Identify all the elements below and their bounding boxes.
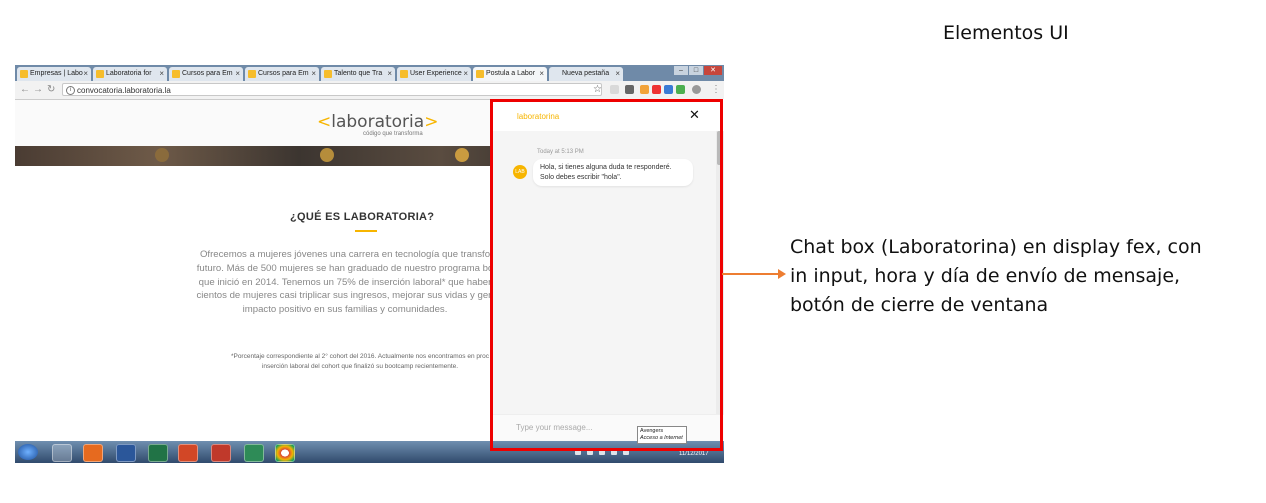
- tab-close-icon[interactable]: ×: [83, 67, 88, 81]
- tab-favicon-icon: [96, 70, 104, 78]
- extension-icon[interactable]: [625, 85, 634, 94]
- tab-cursos-2[interactable]: Cursos para Em ×: [245, 67, 319, 81]
- word-icon[interactable]: [116, 444, 136, 462]
- extension-icon[interactable]: [652, 85, 661, 94]
- address-bar: ← → ↻ i convocatoria.laboratoria.la ☆ ⋮: [15, 81, 724, 100]
- menu-icon[interactable]: ⋮: [711, 84, 721, 95]
- tab-favicon-icon: [20, 70, 28, 78]
- tab-user-experience[interactable]: User Experience ×: [397, 67, 471, 81]
- title-underline: [355, 230, 377, 232]
- extension-icon[interactable]: [640, 85, 649, 94]
- site-logo[interactable]: <laboratoria>: [317, 112, 438, 132]
- tab-postula[interactable]: Postula a Labor ×: [473, 67, 547, 81]
- file-explorer-icon[interactable]: [52, 444, 72, 462]
- window-controls: – □ ✕: [674, 66, 722, 76]
- tab-favicon-icon: [476, 70, 484, 78]
- tab-favicon-icon: [324, 70, 332, 78]
- maximize-icon[interactable]: □: [689, 66, 703, 75]
- slide-annotation: Chat box (Laboratorina) en display fex, …: [790, 236, 1202, 316]
- excel-icon[interactable]: [148, 444, 168, 462]
- tab-talento[interactable]: Talento que Tra ×: [321, 67, 395, 81]
- forward-icon[interactable]: →: [33, 84, 43, 95]
- tab-laboratoria-for[interactable]: Laboratoria for ×: [93, 67, 167, 81]
- tab-close-icon[interactable]: ×: [387, 67, 392, 81]
- logo-tagline: código que transforma: [363, 131, 423, 137]
- taskbar-clock[interactable]: 11/12/2017: [679, 451, 709, 457]
- firefox-icon[interactable]: [83, 444, 103, 462]
- info-icon[interactable]: i: [66, 86, 75, 95]
- intro-paragraph: Ofrecemos a mujeres jóvenes una carrera …: [196, 249, 494, 316]
- app-icon[interactable]: [211, 444, 231, 462]
- tab-favicon-icon: [248, 70, 256, 78]
- tab-empresas[interactable]: Empresas | Labo ×: [17, 67, 91, 81]
- annotation-arrow: [722, 269, 786, 279]
- section-title: ¿QUÉ ES LABORATORIA?: [290, 211, 435, 223]
- chrome-icon[interactable]: [275, 444, 295, 462]
- slide-title: Elementos UI: [943, 22, 1069, 44]
- url-field[interactable]: i convocatoria.laboratoria.la: [62, 83, 602, 96]
- tab-nueva-pestana[interactable]: Nueva pestaña ×: [549, 67, 623, 81]
- tab-favicon-icon: [400, 70, 408, 78]
- bookmark-star-icon[interactable]: ☆: [593, 84, 602, 95]
- tab-close-icon[interactable]: ×: [235, 67, 240, 81]
- tab-bar: Empresas | Labo × Laboratoria for × Cursos…: [15, 65, 724, 81]
- tab-favicon-icon: [172, 70, 180, 78]
- profile-icon[interactable]: [692, 85, 701, 94]
- minimize-icon[interactable]: –: [674, 66, 688, 75]
- tab-cursos-1[interactable]: Cursos para Em ×: [169, 67, 243, 81]
- footnote: *Porcentaje correspondiente al 2° cohort…: [230, 353, 490, 370]
- tab-close-icon[interactable]: ×: [463, 67, 468, 81]
- tab-close-icon[interactable]: ×: [539, 67, 544, 81]
- extension-icon[interactable]: [610, 85, 619, 94]
- back-icon[interactable]: ←: [20, 84, 30, 95]
- extension-icon[interactable]: [664, 85, 673, 94]
- reload-icon[interactable]: ↻: [47, 84, 55, 95]
- tab-close-icon[interactable]: ×: [615, 67, 620, 81]
- tab-close-icon[interactable]: ×: [311, 67, 316, 81]
- highlight-box: [490, 99, 723, 451]
- window-close-icon[interactable]: ✕: [704, 66, 722, 75]
- start-button-icon[interactable]: [18, 444, 38, 460]
- url-text: convocatoria.laboratoria.la: [77, 86, 171, 95]
- extension-icon[interactable]: [676, 85, 685, 94]
- powerpoint-icon[interactable]: [178, 444, 198, 462]
- app-icon[interactable]: [244, 444, 264, 462]
- tab-close-icon[interactable]: ×: [159, 67, 164, 81]
